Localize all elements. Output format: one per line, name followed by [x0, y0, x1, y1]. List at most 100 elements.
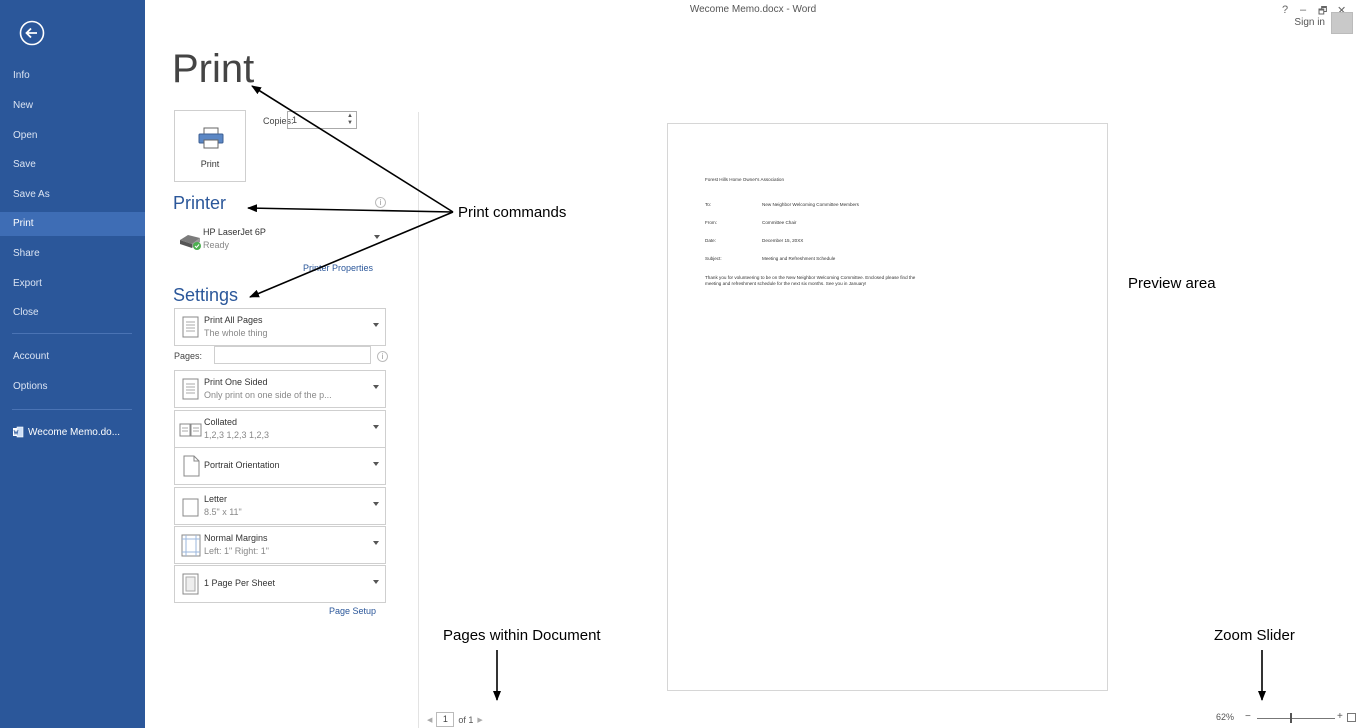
print-preview-page[interactable]: Forest Hills Home Owner's Association To…	[667, 123, 1108, 691]
doc-to: New Neighbor Welcoming Committee Members	[762, 202, 859, 207]
arrow-to-print-title	[251, 85, 454, 213]
chevron-down-icon	[373, 385, 379, 389]
printer-device-icon	[180, 235, 201, 250]
pages-per-sheet-label: 1 Page Per Sheet	[204, 578, 276, 588]
printer-status: Ready	[203, 240, 230, 250]
portrait-icon	[183, 455, 200, 477]
annotation-pages-within-document: Pages within Document	[443, 627, 601, 644]
doc-body-line1: Thank you for volunteering to be on the …	[705, 275, 916, 280]
copies-stepper[interactable]: 1 ▲ ▼	[287, 111, 357, 129]
recent-document-name: Wecome Memo.do...	[28, 426, 121, 438]
annotation-preview-area: Preview area	[1128, 275, 1216, 292]
prev-page-icon[interactable]: ◀	[427, 716, 432, 724]
back-arrow-icon[interactable]	[19, 20, 45, 46]
zoom-level[interactable]: 62%	[1216, 712, 1234, 722]
sidebar-item-save-as[interactable]: Save As	[0, 183, 145, 207]
collation-dropdown[interactable]: Collated 1,2,3 1,2,3 1,2,3	[174, 410, 386, 448]
printer-dropdown[interactable]: HP LaserJet 6P Ready	[174, 221, 386, 259]
avatar[interactable]	[1331, 12, 1353, 34]
panel-divider	[418, 112, 419, 728]
sidebar-item-print[interactable]: Print	[0, 212, 145, 236]
doc-body-line2: meeting and refreshment schedule for the…	[705, 281, 867, 286]
recent-document[interactable]: Wecome Memo.do...	[12, 426, 142, 438]
paper-icon	[182, 498, 199, 517]
zoom-out-icon[interactable]: −	[1245, 711, 1251, 722]
info-icon[interactable]: i	[375, 197, 386, 208]
collation-label: Collated	[204, 417, 238, 427]
arrow-to-printer	[247, 204, 454, 213]
print-range-desc: The whole thing	[204, 328, 268, 338]
annotation-print-commands: Print commands	[458, 204, 567, 221]
printer-icon	[198, 127, 224, 149]
sidebar-item-share[interactable]: Share	[0, 242, 145, 266]
chevron-down-icon	[373, 323, 379, 327]
sidebar-item-info[interactable]: Info	[0, 64, 145, 88]
pages-input[interactable]	[214, 346, 371, 364]
margins-icon	[181, 534, 201, 557]
paper-size-label: Letter	[204, 494, 228, 504]
chevron-down-icon	[373, 502, 379, 506]
next-page-icon[interactable]: ▶	[477, 716, 482, 724]
orientation-label: Portrait Orientation	[204, 460, 280, 470]
margins-dropdown[interactable]: Normal Margins Left: 1" Right: 1"	[174, 526, 386, 564]
sides-label: Print One Sided	[204, 377, 268, 387]
printer-name: HP LaserJet 6P	[203, 227, 266, 237]
help-icon[interactable]: ?	[1282, 4, 1288, 16]
zoom-slider-thumb[interactable]	[1290, 713, 1292, 723]
printer-properties-link[interactable]: Printer Properties	[303, 263, 373, 273]
info-icon[interactable]: i	[377, 351, 388, 362]
copies-value: 1	[292, 115, 298, 125]
sidebar-item-open[interactable]: Open	[0, 124, 145, 148]
sign-in-link[interactable]: Sign in	[1294, 17, 1325, 28]
doc-org: Forest Hills Home Owner's Association	[705, 177, 784, 182]
margins-desc: Left: 1" Right: 1"	[204, 546, 269, 556]
page-navigator: ◀ 1 of 1 ▶	[427, 712, 483, 727]
sidebar-item-export[interactable]: Export	[0, 272, 145, 296]
collated-icon	[179, 423, 202, 437]
chevron-down-icon	[373, 580, 379, 584]
page-setup-link[interactable]: Page Setup	[329, 606, 376, 616]
paper-size-dropdown[interactable]: Letter 8.5" x 11"	[174, 487, 386, 525]
zoom-to-page-icon[interactable]	[1347, 713, 1356, 722]
backstage-sidebar: Info New Open Save Save As Print Share E…	[0, 0, 145, 728]
print-range-dropdown[interactable]: Print All Pages The whole thing	[174, 308, 386, 346]
chevron-down-icon	[374, 235, 380, 239]
minimize-icon[interactable]: –	[1300, 4, 1306, 16]
sidebar-divider	[12, 333, 132, 334]
page-title: Print	[172, 47, 255, 91]
sidebar-item-new[interactable]: New	[0, 94, 145, 118]
word-doc-icon	[13, 426, 24, 438]
doc-to-label: To:	[705, 202, 712, 207]
page-count: of 1	[458, 714, 474, 725]
one-sided-icon	[182, 378, 199, 400]
print-range-label: Print All Pages	[204, 315, 263, 325]
sidebar-item-options[interactable]: Options	[0, 375, 145, 399]
zoom-slider-track[interactable]	[1257, 718, 1335, 719]
margins-label: Normal Margins	[204, 533, 268, 543]
annotation-zoom-slider: Zoom Slider	[1214, 627, 1295, 644]
spin-arrows-icon[interactable]: ▲ ▼	[347, 113, 353, 127]
printer-heading: Printer	[173, 193, 227, 213]
zoom-in-icon[interactable]: +	[1337, 711, 1343, 722]
sides-dropdown[interactable]: Print One Sided Only print on one side o…	[174, 370, 386, 408]
sidebar-item-account[interactable]: Account	[0, 345, 145, 369]
chevron-down-icon	[373, 462, 379, 466]
doc-subject: Meeting and Refreshment Schedule	[762, 256, 836, 261]
chevron-down-icon	[373, 541, 379, 545]
doc-date: December 15, 20XX	[762, 238, 804, 243]
doc-from: Committee Chair	[762, 220, 797, 225]
doc-date-label: Date:	[705, 238, 716, 243]
doc-from-label: From:	[705, 220, 717, 225]
pages-per-sheet-dropdown[interactable]: 1 Page Per Sheet	[174, 565, 386, 603]
print-button-label: Print	[200, 159, 220, 169]
sides-desc: Only print on one side of the p...	[204, 390, 332, 400]
settings-heading: Settings	[173, 285, 239, 305]
pages-label: Pages:	[174, 351, 203, 361]
paper-size-desc: 8.5" x 11"	[204, 507, 242, 517]
current-page-input[interactable]: 1	[436, 712, 455, 727]
sidebar-divider	[12, 409, 132, 410]
sidebar-item-save[interactable]: Save	[0, 153, 145, 177]
orientation-dropdown[interactable]: Portrait Orientation	[174, 447, 386, 485]
print-button[interactable]: Print	[174, 110, 246, 182]
sidebar-item-close[interactable]: Close	[0, 301, 145, 325]
